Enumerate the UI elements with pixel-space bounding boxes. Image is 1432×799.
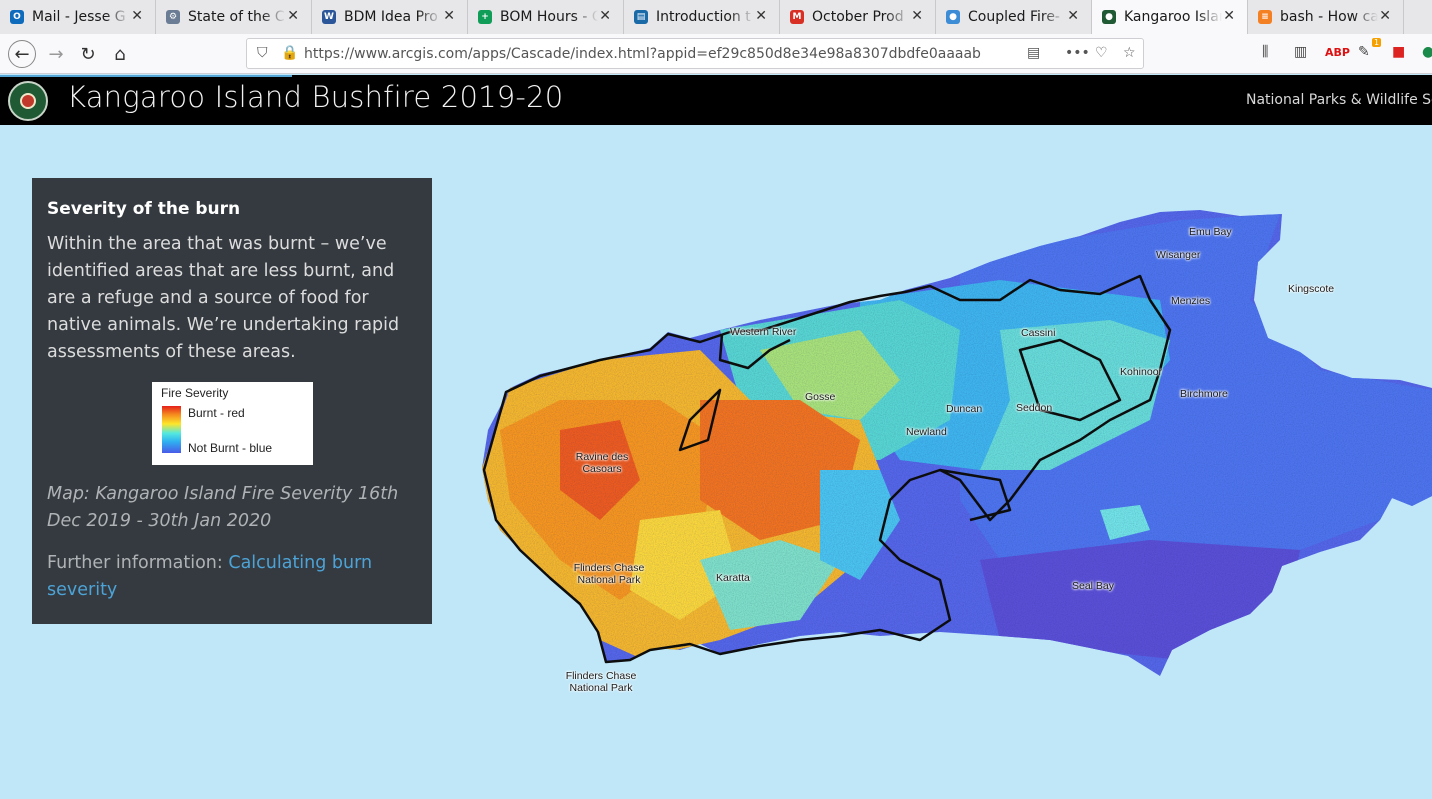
extension-red-icon[interactable]: ■ bbox=[1392, 44, 1405, 60]
page-actions-icon[interactable]: ••• bbox=[1065, 45, 1090, 61]
browser-tab-label: Introduction t bbox=[656, 9, 751, 25]
stackoverflow-icon: ≡ bbox=[1258, 10, 1272, 24]
section-title: Severity of the burn bbox=[47, 199, 241, 219]
gmail-icon: M bbox=[790, 10, 804, 24]
story-text-panel: Severity of the burn Within the area tha… bbox=[32, 178, 432, 624]
place-label-seddon: Seddon bbox=[1016, 402, 1053, 414]
place-label-duncan: Duncan bbox=[946, 403, 983, 415]
close-tab-icon[interactable]: ✕ bbox=[1223, 8, 1235, 24]
legend-high-label: Burnt - red bbox=[188, 406, 245, 420]
close-tab-icon[interactable]: ✕ bbox=[599, 8, 611, 24]
story-title: Kangaroo Island Bushfire 2019-20 bbox=[67, 80, 564, 114]
browser-tab-label: Kangaroo Islar bbox=[1124, 9, 1222, 25]
arcgis-icon: ● bbox=[1102, 10, 1116, 24]
address-bar[interactable]: ⛉ 🔒 https://www.arcgis.com/apps/Cascade/… bbox=[246, 38, 1144, 69]
agency-name[interactable]: National Parks & Wildlife Servi bbox=[1246, 92, 1432, 108]
browser-tab[interactable]: ● Coupled Fire- ✕ bbox=[936, 0, 1092, 34]
browser-tab-label: bash - How ca bbox=[1280, 9, 1378, 25]
outlook-icon: O bbox=[10, 10, 24, 24]
legend-title: Fire Severity bbox=[161, 386, 229, 400]
browser-tab[interactable]: M October Prod ✕ bbox=[780, 0, 936, 34]
app-header: Kangaroo Island Bushfire 2019-20 Nationa… bbox=[0, 75, 1432, 125]
browser-tab-label: BOM Hours - C bbox=[500, 9, 598, 25]
place-label-flinders-chase-np-south: Flinders Chase National Park bbox=[565, 670, 637, 694]
browser-tab[interactable]: ⚙ State of the C ✕ bbox=[156, 0, 312, 34]
docs-icon: ▤ bbox=[634, 10, 648, 24]
word-icon: W bbox=[322, 10, 336, 24]
close-tab-icon[interactable]: ✕ bbox=[131, 8, 143, 24]
browser-tab[interactable]: O Mail - Jesse G ✕ bbox=[0, 0, 156, 34]
browser-tab-label: Coupled Fire- bbox=[968, 9, 1060, 25]
extension-icon[interactable]: ✎ bbox=[1358, 44, 1370, 60]
place-label-kohinoor: Kohinoor bbox=[1120, 366, 1163, 378]
browser-nav-bar: ← → ↻ ⌂ ⛉ 🔒 https://www.arcgis.com/apps/… bbox=[0, 34, 1432, 74]
browser-tab-bar: O Mail - Jesse G ✕ ⚙ State of the C ✕ W BDM Ide… bbox=[0, 0, 1432, 34]
browser-tab-label: State of the C bbox=[188, 9, 285, 25]
bookmark-star-icon[interactable]: ☆ bbox=[1123, 45, 1136, 61]
browser-tab[interactable]: ≡ bash - How ca ✕ bbox=[1248, 0, 1404, 34]
url-text[interactable]: https://www.arcgis.com/apps/Cascade/inde… bbox=[304, 46, 981, 62]
reader-view-icon[interactable]: ▤ bbox=[1027, 45, 1040, 61]
place-label-karatta: Karatta bbox=[716, 572, 750, 584]
browser-tab-label: October Prod bbox=[812, 9, 904, 25]
close-tab-icon[interactable]: ✕ bbox=[287, 8, 299, 24]
reload-button[interactable]: ↻ bbox=[74, 40, 102, 68]
place-label-newland: Newland bbox=[906, 426, 947, 438]
place-label-flinders-chase-np: Flinders Chase National Park bbox=[573, 562, 645, 586]
section-body: Within the area that was burnt – we’ve i… bbox=[47, 234, 400, 362]
npws-logo bbox=[8, 81, 48, 121]
place-label-wisanger: Wisanger bbox=[1156, 249, 1201, 261]
place-label-gosse: Gosse bbox=[805, 391, 836, 403]
pocket-icon[interactable]: ♡ bbox=[1095, 45, 1108, 61]
place-label-cassini: Cassini bbox=[1021, 327, 1056, 339]
browser-tab[interactable]: + BOM Hours - C ✕ bbox=[468, 0, 624, 34]
close-tab-icon[interactable]: ✕ bbox=[443, 8, 455, 24]
home-button[interactable]: ⌂ bbox=[106, 40, 134, 68]
browser-tab[interactable]: W BDM Idea Pro ✕ bbox=[312, 0, 468, 34]
browser-tab-label: BDM Idea Pro bbox=[344, 9, 438, 25]
extension-green-icon[interactable]: ● bbox=[1422, 44, 1432, 60]
place-label-birchmore: Birchmore bbox=[1180, 388, 1228, 400]
browser-tab[interactable]: ▤ Introduction t ✕ bbox=[624, 0, 780, 34]
place-label-seal-bay: Seal Bay bbox=[1072, 580, 1115, 592]
close-tab-icon[interactable]: ✕ bbox=[1379, 8, 1391, 24]
close-tab-icon[interactable]: ✕ bbox=[911, 8, 923, 24]
forward-button[interactable]: → bbox=[42, 40, 70, 68]
adblock-icon[interactable]: ABP bbox=[1325, 46, 1350, 59]
map-caption: Map: Kangaroo Island Fire Severity 16th … bbox=[47, 484, 399, 531]
browser-tab[interactable]: ● Kangaroo Islar ✕ bbox=[1092, 0, 1248, 34]
further-info-prefix: Further information: bbox=[47, 553, 229, 573]
island-land bbox=[482, 210, 1432, 676]
place-label-western-river: Western River bbox=[730, 326, 797, 338]
lock-icon[interactable]: 🔒 bbox=[281, 45, 298, 61]
fire-severity-legend: Fire Severity Burnt - red Not Burnt - bl… bbox=[152, 382, 313, 465]
legend-color-ramp bbox=[162, 406, 181, 453]
place-label-kingscote: Kingscote bbox=[1288, 283, 1335, 295]
place-label-menzies: Menzies bbox=[1171, 295, 1211, 307]
globe-icon: ● bbox=[946, 10, 960, 24]
place-label-emu-bay: Emu Bay bbox=[1189, 226, 1232, 238]
close-tab-icon[interactable]: ✕ bbox=[1067, 8, 1079, 24]
sheets-icon: + bbox=[478, 10, 492, 24]
legend-low-label: Not Burnt - blue bbox=[188, 441, 273, 455]
further-info: Further information: Calculating burn se… bbox=[47, 550, 417, 604]
extension-badge: 1 bbox=[1372, 38, 1382, 47]
shield-icon[interactable]: ⛉ bbox=[257, 45, 268, 61]
place-label-ravine-des-casoars: Ravine des Casoars bbox=[575, 451, 629, 475]
back-button[interactable]: ← bbox=[8, 40, 36, 68]
settings-globe-icon: ⚙ bbox=[166, 10, 180, 24]
sidebar-icon[interactable]: ▥ bbox=[1294, 44, 1307, 60]
library-icon[interactable]: ⫼ bbox=[1262, 44, 1268, 60]
story-progress-bar bbox=[0, 75, 292, 77]
close-tab-icon[interactable]: ✕ bbox=[755, 8, 767, 24]
browser-tab-label: Mail - Jesse G bbox=[32, 9, 126, 25]
